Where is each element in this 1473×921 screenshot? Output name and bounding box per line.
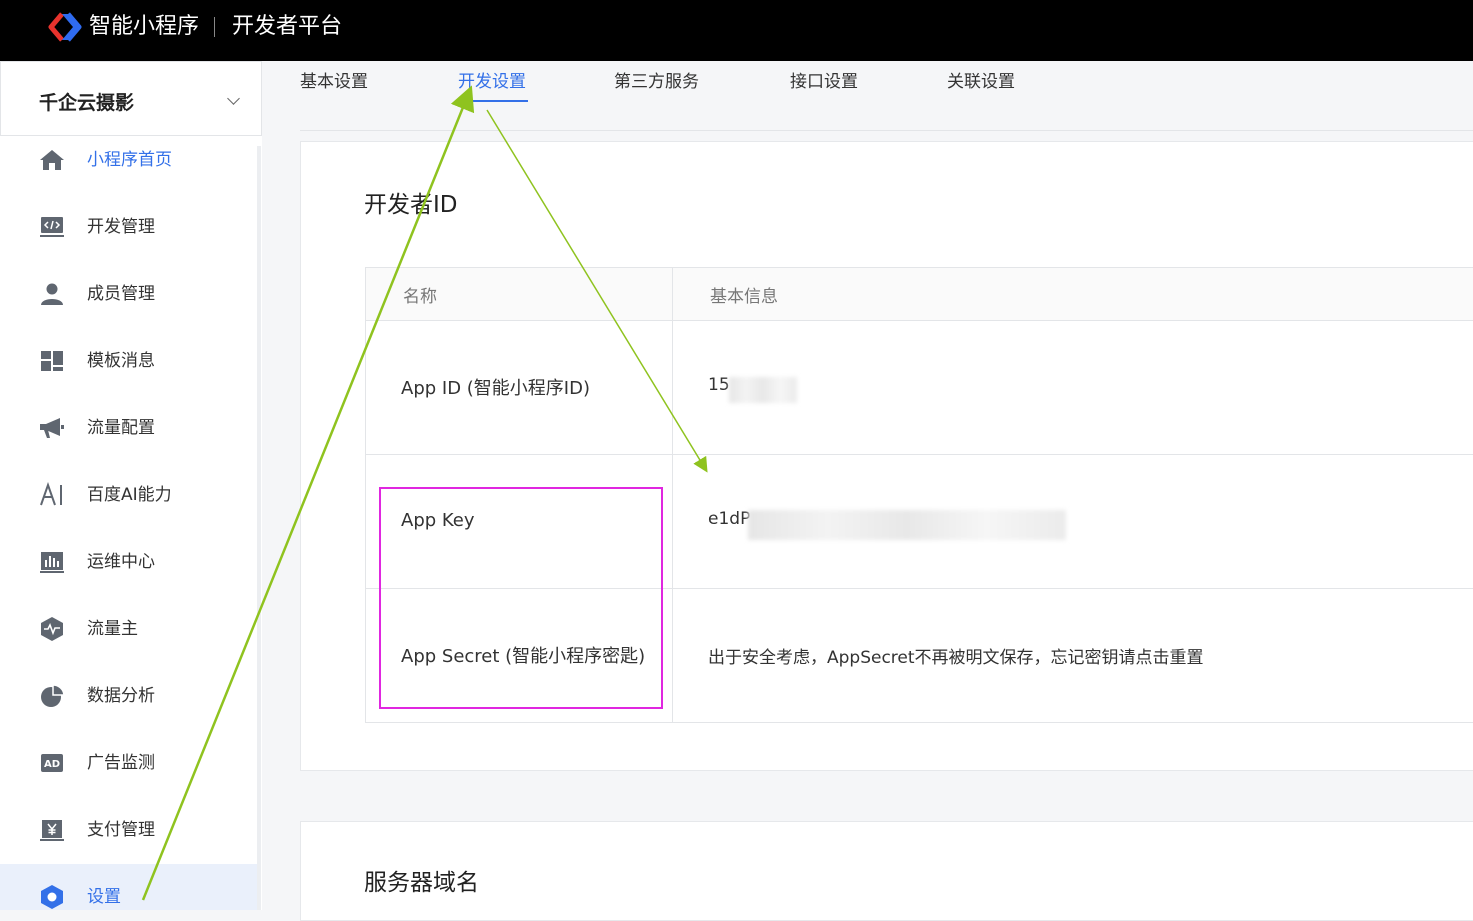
app-id-label: App ID (智能小程序ID) <box>401 378 590 399</box>
redaction-blur <box>729 377 797 403</box>
sidebar-item-template-messages[interactable]: 模板消息 <box>0 336 257 386</box>
app-key-value[interactable]: e1dP <box>708 509 750 529</box>
table-header-info: 基本信息 <box>673 268 1473 321</box>
tab-linked-settings[interactable]: 关联设置 <box>947 69 1015 95</box>
section-title: 服务器域名 <box>364 870 479 896</box>
app-selector[interactable]: 千企云摄影 <box>0 61 262 136</box>
sidebar-item-label: 开发管理 <box>87 217 155 237</box>
redaction-blur <box>748 510 1066 540</box>
megaphone-icon <box>40 418 64 438</box>
table-header-name: 名称 <box>366 268 673 321</box>
sidebar-item-data-analysis[interactable]: 数据分析 <box>0 671 257 721</box>
app-secret-notice: 出于安全考虑，AppSecret不再被明文保存，忘记密钥请点击重置 <box>708 648 1204 668</box>
sidebar-item-label: 流量配置 <box>87 418 155 438</box>
app-name: 千企云摄影 <box>39 92 135 114</box>
top-bar: 智能小程序 开发者平台 <box>0 0 1473 61</box>
server-domain-card: 服务器域名 <box>300 821 1473 921</box>
sidebar-item-traffic-config[interactable]: 流量配置 <box>0 403 257 453</box>
tabs-divider <box>300 130 1473 131</box>
pie-chart-icon <box>41 684 65 707</box>
section-title: 开发者ID <box>364 192 458 218</box>
app-id-value[interactable]: 15 <box>708 375 730 395</box>
yen-icon <box>40 820 64 841</box>
sidebar-scrollbar[interactable] <box>257 146 261 910</box>
sidebar-item-label: 运维中心 <box>87 552 155 572</box>
sidebar-item-member-management[interactable]: 成员管理 <box>0 269 257 319</box>
sidebar-item-ops-center[interactable]: 运维中心 <box>0 537 257 587</box>
sidebar-item-dev-management[interactable]: 开发管理 <box>0 202 257 252</box>
sidebar-item-label: 数据分析 <box>87 686 155 706</box>
dashboard-icon <box>41 351 63 371</box>
home-icon <box>40 150 64 170</box>
sidebar-item-traffic-owner[interactable]: 流量主 <box>0 604 257 654</box>
sidebar-item-home[interactable]: 小程序首页 <box>0 135 257 185</box>
ad-icon: AD <box>41 754 63 772</box>
sidebar-item-baidu-ai[interactable]: 百度AI能力 <box>0 470 257 520</box>
active-tab-indicator <box>458 100 528 102</box>
code-icon <box>40 217 64 237</box>
ai-icon <box>40 482 62 506</box>
tab-api-settings[interactable]: 接口设置 <box>790 69 858 95</box>
chevron-down-icon <box>227 92 240 105</box>
sidebar-item-label: 模板消息 <box>87 351 155 371</box>
cell-name: App ID (智能小程序ID) <box>366 321 673 454</box>
header-name-label: 名称 <box>403 287 437 307</box>
header-divider <box>214 17 215 37</box>
sidebar-item-ad-monitoring[interactable]: AD 广告监测 <box>0 738 257 788</box>
sidebar-item-label: 小程序首页 <box>87 150 172 170</box>
tab-basic-settings[interactable]: 基本设置 <box>300 69 368 95</box>
table-row-app-id: App ID (智能小程序ID) 15 <box>366 321 1473 455</box>
header-info-label: 基本信息 <box>710 287 778 307</box>
smart-mini-program-logo-icon[interactable] <box>48 12 82 42</box>
sidebar-item-label: 成员管理 <box>87 284 155 304</box>
sidebar-item-label: 广告监测 <box>87 753 155 773</box>
sidebar-item-payment[interactable]: 支付管理 <box>0 805 257 855</box>
annotation-highlight-box <box>379 487 663 709</box>
tab-third-party-services[interactable]: 第三方服务 <box>614 69 699 95</box>
settings-icon <box>41 885 63 909</box>
sidebar-item-settings[interactable]: 设置 <box>0 864 257 910</box>
pulse-icon <box>41 617 63 641</box>
brand-name[interactable]: 智能小程序 <box>89 12 199 42</box>
sidebar: 千企云摄影 小程序首页 开发管理 成员管理 模板消息 流量配置 百度AI能力 运… <box>0 61 262 910</box>
user-icon <box>41 283 63 305</box>
bar-chart-icon <box>40 552 64 573</box>
settings-tabs: 基本设置 开发设置 第三方服务 接口设置 关联设置 <box>262 61 1473 131</box>
sidebar-item-label: 支付管理 <box>87 820 155 840</box>
platform-name: 开发者平台 <box>232 14 343 39</box>
svg-text:AD: AD <box>44 759 60 770</box>
sidebar-item-label: 百度AI能力 <box>87 485 172 505</box>
sidebar-item-label: 设置 <box>87 887 121 907</box>
sidebar-item-label: 流量主 <box>87 619 138 639</box>
tab-dev-settings[interactable]: 开发设置 <box>458 69 526 95</box>
